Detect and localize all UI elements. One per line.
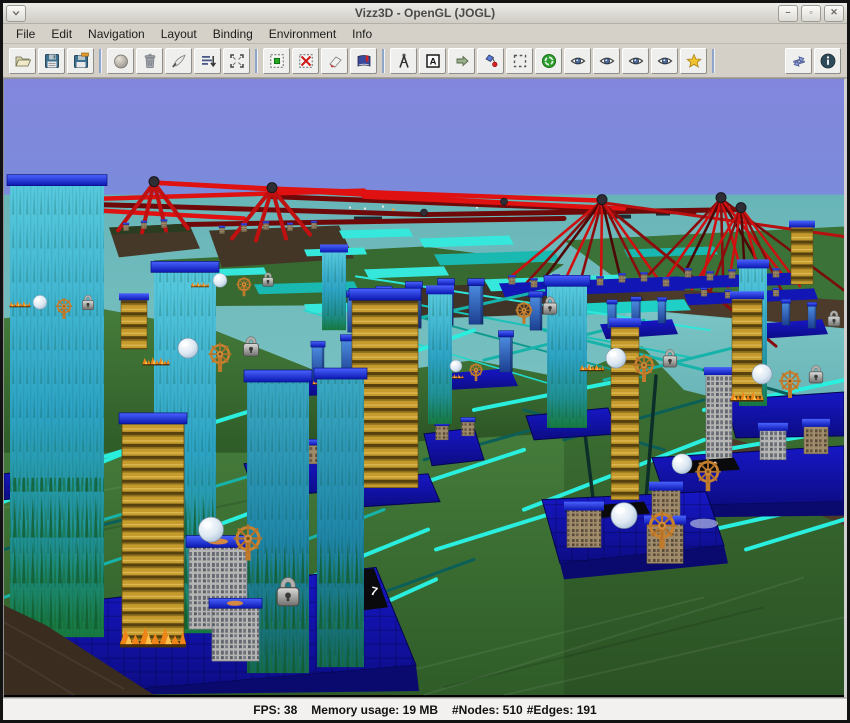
toolbar-separator — [712, 49, 715, 73]
info-icon — [819, 52, 837, 70]
toolbar-separator — [99, 49, 102, 73]
reload-button[interactable] — [535, 48, 562, 74]
visibility-2-button[interactable] — [593, 48, 620, 74]
swap-buffers-button[interactable] — [785, 48, 812, 74]
svg-text:A: A — [429, 56, 436, 67]
menu-navigation[interactable]: Navigation — [81, 26, 152, 42]
sphere-icon — [213, 273, 227, 287]
title-bar: Vizz3D - OpenGL (JOGL) – ▫ ✕ — [3, 3, 847, 24]
sphere-icon — [199, 517, 224, 542]
toolbar: A — [3, 44, 847, 78]
minimize-button[interactable]: – — [778, 5, 798, 22]
labels-button[interactable]: A — [419, 48, 446, 74]
menu-info[interactable]: Info — [345, 26, 379, 42]
sphere-icon — [752, 364, 772, 384]
sphere-icon — [112, 52, 130, 70]
swap-arrows-icon — [790, 52, 808, 70]
open-folder-icon — [14, 52, 32, 70]
fit-view-button[interactable] — [223, 48, 250, 74]
fit-corners-icon — [228, 52, 246, 70]
sphere-icon — [606, 348, 626, 368]
sphere-icon — [178, 338, 198, 358]
window-title: Vizz3D - OpenGL (JOGL) — [3, 6, 847, 20]
delete-button[interactable] — [136, 48, 163, 74]
sky — [4, 79, 844, 203]
sphere-style-button[interactable] — [107, 48, 134, 74]
sort-layers-button[interactable] — [194, 48, 221, 74]
open-button[interactable] — [9, 48, 36, 74]
save-as-button[interactable] — [67, 48, 94, 74]
eye-icon — [598, 52, 616, 70]
sphere-icon — [611, 503, 637, 529]
sort-bars-icon — [199, 52, 217, 70]
forward-button[interactable] — [448, 48, 475, 74]
save-button[interactable] — [38, 48, 65, 74]
menu-edit[interactable]: Edit — [44, 26, 79, 42]
trash-icon — [141, 52, 159, 70]
compass-icon — [395, 52, 413, 70]
insert-node-button[interactable] — [477, 48, 504, 74]
status-bar: FPS: 38 Memory usage: 19 MB #Nodes: 510 … — [3, 698, 847, 720]
menu-binding[interactable]: Binding — [206, 26, 260, 42]
label-a-icon: A — [424, 52, 442, 70]
manual-button[interactable] — [350, 48, 377, 74]
book-icon — [355, 52, 373, 70]
status-memory: Memory usage: 19 MB — [311, 703, 438, 717]
red-x-box-icon — [297, 52, 315, 70]
eye-icon — [569, 52, 587, 70]
sphere-icon — [672, 454, 692, 474]
save-floppy-icon — [43, 52, 61, 70]
green-node-box-icon — [268, 52, 286, 70]
status-nodes: #Nodes: 510 — [452, 703, 523, 717]
chevron-down-icon — [12, 9, 20, 17]
star-icon — [685, 52, 703, 70]
visibility-1-button[interactable] — [564, 48, 591, 74]
sphere-icon — [33, 295, 47, 309]
remove-selection-button[interactable] — [292, 48, 319, 74]
recycle-icon — [540, 52, 558, 70]
forward-arrow-icon — [453, 52, 471, 70]
window-menu-button[interactable] — [6, 5, 26, 22]
menu-layout[interactable]: Layout — [154, 26, 204, 42]
app-window: Vizz3D - OpenGL (JOGL) – ▫ ✕ File Edit N… — [0, 0, 850, 723]
scene-canvas[interactable]: 7 — [4, 79, 844, 697]
show-selection-button[interactable] — [263, 48, 290, 74]
menu-file[interactable]: File — [9, 26, 42, 42]
status-edges: #Edges: 191 — [527, 703, 597, 717]
toolbar-separator — [382, 49, 385, 73]
favorites-button[interactable] — [680, 48, 707, 74]
insert-node-icon — [482, 52, 500, 70]
eye-icon — [627, 52, 645, 70]
compass-button[interactable] — [390, 48, 417, 74]
visibility-4-button[interactable] — [651, 48, 678, 74]
paint-knife-icon — [170, 52, 188, 70]
paint-button[interactable] — [165, 48, 192, 74]
maximize-button[interactable]: ▫ — [801, 5, 821, 22]
select-region-button[interactable] — [506, 48, 533, 74]
menu-bar: File Edit Navigation Layout Binding Envi… — [3, 24, 847, 44]
eye-icon — [656, 52, 674, 70]
info-button[interactable] — [814, 48, 841, 74]
menu-environment[interactable]: Environment — [262, 26, 343, 42]
visibility-3-button[interactable] — [622, 48, 649, 74]
toolbar-separator — [255, 49, 258, 73]
status-fps: FPS: 38 — [253, 703, 297, 717]
save-as-floppy-icon — [72, 52, 90, 70]
selection-dashed-icon — [511, 52, 529, 70]
close-button[interactable]: ✕ — [824, 5, 844, 22]
eraser-icon — [326, 52, 344, 70]
eraser-button[interactable] — [321, 48, 348, 74]
sphere-icon — [450, 360, 462, 372]
3d-viewport[interactable]: 7 — [3, 78, 847, 698]
